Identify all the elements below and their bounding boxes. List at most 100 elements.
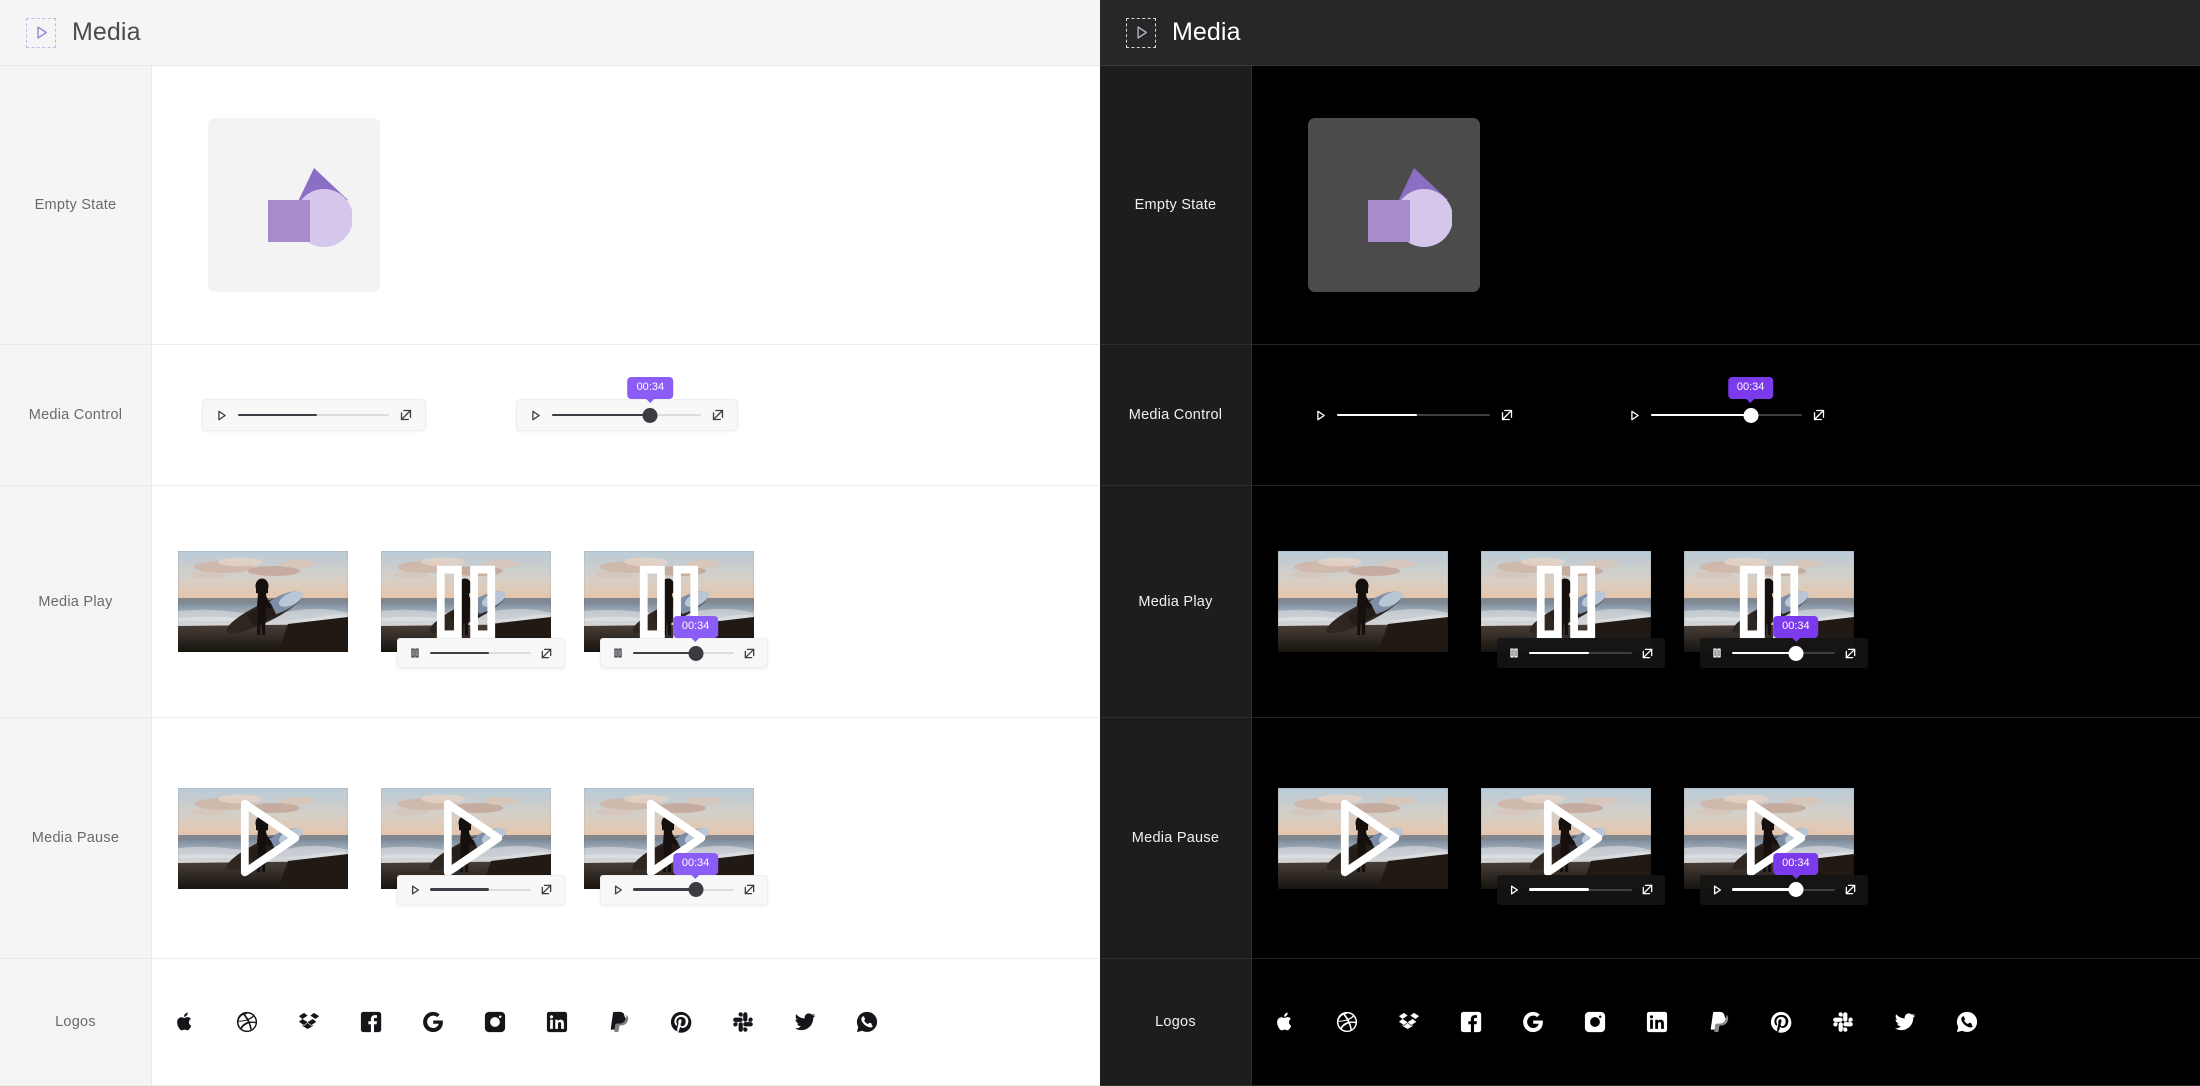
play-icon[interactable] (1711, 884, 1723, 896)
video-thumbnail[interactable] (381, 551, 551, 652)
twitter-logo-icon[interactable] (794, 1011, 816, 1033)
video-card[interactable] (1278, 551, 1448, 652)
progress-track[interactable] (238, 408, 389, 422)
play-icon[interactable] (1314, 409, 1327, 422)
play-overlay-button[interactable] (1684, 788, 1854, 889)
dribbble-logo-icon[interactable] (236, 1011, 258, 1033)
video-card[interactable] (178, 787, 348, 889)
apple-logo-icon[interactable] (174, 1011, 196, 1033)
scrubber-handle[interactable] (642, 407, 658, 423)
progress-track[interactable]: 00:34 (552, 377, 701, 423)
video-control-bar[interactable] (1497, 638, 1665, 668)
video-card[interactable]: 00:34 (584, 551, 768, 668)
scrubber-handle[interactable] (688, 645, 704, 661)
video-card[interactable] (381, 787, 565, 905)
fullscreen-icon[interactable] (1812, 408, 1826, 422)
dropbox-logo-icon[interactable] (298, 1011, 320, 1033)
play-overlay-button[interactable] (1278, 788, 1448, 889)
play-overlay-button[interactable] (381, 788, 551, 889)
fullscreen-icon[interactable] (1844, 883, 1857, 896)
google-logo-icon[interactable] (422, 1011, 444, 1033)
video-card[interactable]: 00:34 (584, 787, 768, 905)
fullscreen-icon[interactable] (399, 408, 413, 422)
slack-logo-icon[interactable] (1832, 1011, 1854, 1033)
dropbox-logo-icon[interactable] (1398, 1011, 1420, 1033)
pause-overlay-button[interactable] (381, 551, 551, 652)
media-control-bar-a[interactable] (202, 399, 426, 431)
video-thumbnail[interactable] (1684, 551, 1854, 652)
video-card[interactable]: 00:34 (1684, 787, 1868, 905)
video-card[interactable] (1481, 787, 1665, 905)
video-card[interactable] (381, 551, 565, 668)
video-control-bar[interactable] (397, 638, 565, 668)
play-icon[interactable] (409, 884, 421, 896)
progress-track[interactable]: 00:34 (1732, 616, 1835, 661)
paypal-logo-icon[interactable] (1708, 1011, 1730, 1033)
pinterest-logo-icon[interactable] (670, 1011, 692, 1033)
play-overlay-button[interactable] (1481, 788, 1651, 889)
scrubber-handle[interactable] (1788, 882, 1804, 897)
twitter-logo-icon[interactable] (1894, 1011, 1916, 1033)
video-card[interactable] (1481, 551, 1665, 668)
video-thumbnail[interactable] (1278, 787, 1448, 889)
play-icon[interactable] (612, 884, 624, 896)
video-control-bar[interactable]: 00:34 (1700, 616, 1868, 668)
scrubber-handle[interactable] (1788, 645, 1804, 661)
video-thumbnail[interactable] (584, 551, 754, 652)
play-icon[interactable] (1508, 884, 1520, 896)
pause-overlay-button[interactable] (584, 551, 754, 652)
paypal-logo-icon[interactable] (608, 1011, 630, 1033)
video-thumbnail[interactable] (1684, 787, 1854, 889)
media-control-bar-b[interactable]: 00:34 (516, 377, 738, 431)
pause-icon[interactable] (612, 647, 624, 659)
video-thumbnail[interactable] (1481, 787, 1651, 889)
video-control-bar[interactable]: 00:34 (600, 852, 768, 905)
pause-overlay-button[interactable] (1684, 551, 1854, 652)
progress-track[interactable] (1337, 408, 1490, 422)
whatsapp-logo-icon[interactable] (1956, 1011, 1978, 1033)
media-control-bar-b[interactable]: 00:34 (1616, 377, 1838, 431)
pause-icon[interactable] (1711, 647, 1723, 659)
linkedin-logo-icon[interactable] (1646, 1011, 1668, 1033)
progress-track[interactable] (430, 883, 531, 897)
play-overlay-button[interactable] (178, 788, 348, 889)
linkedin-logo-icon[interactable] (546, 1011, 568, 1033)
video-thumbnail[interactable] (381, 787, 551, 889)
progress-track[interactable]: 00:34 (1732, 852, 1835, 897)
progress-track[interactable]: 00:34 (1651, 377, 1802, 423)
instagram-logo-icon[interactable] (1584, 1011, 1606, 1033)
scrubber-handle[interactable] (1743, 407, 1759, 423)
fullscreen-icon[interactable] (1500, 408, 1514, 422)
video-thumbnail[interactable] (584, 787, 754, 889)
video-control-bar[interactable] (1497, 874, 1665, 905)
play-icon[interactable] (1628, 409, 1641, 422)
video-control-bar[interactable]: 00:34 (1700, 852, 1868, 905)
instagram-logo-icon[interactable] (484, 1011, 506, 1033)
pause-overlay-button[interactable] (1481, 551, 1651, 652)
media-control-bar-a[interactable] (1302, 399, 1526, 431)
pinterest-logo-icon[interactable] (1770, 1011, 1792, 1033)
play-icon[interactable] (529, 409, 542, 422)
video-thumbnail[interactable] (1278, 551, 1448, 652)
fullscreen-icon[interactable] (540, 883, 553, 896)
google-logo-icon[interactable] (1522, 1011, 1544, 1033)
video-card[interactable] (1278, 787, 1448, 889)
pause-icon[interactable] (409, 647, 421, 659)
fullscreen-icon[interactable] (711, 408, 725, 422)
video-thumbnail[interactable] (178, 551, 348, 652)
scrubber-handle[interactable] (688, 882, 704, 897)
video-card[interactable]: 00:34 (1684, 551, 1868, 668)
pause-icon[interactable] (1508, 647, 1520, 659)
fullscreen-icon[interactable] (743, 647, 756, 660)
progress-track[interactable] (1529, 883, 1632, 897)
play-icon[interactable] (215, 409, 228, 422)
fullscreen-icon[interactable] (1844, 647, 1857, 660)
video-control-bar[interactable]: 00:34 (600, 616, 768, 668)
facebook-logo-icon[interactable] (1460, 1011, 1482, 1033)
video-thumbnail[interactable] (178, 787, 348, 889)
video-control-bar[interactable] (397, 874, 565, 905)
facebook-logo-icon[interactable] (360, 1011, 382, 1033)
fullscreen-icon[interactable] (743, 883, 756, 896)
video-card[interactable] (178, 551, 348, 652)
progress-track[interactable]: 00:34 (633, 852, 734, 897)
